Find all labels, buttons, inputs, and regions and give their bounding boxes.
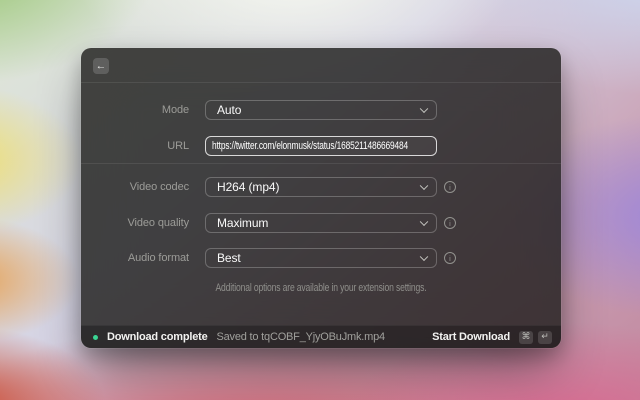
status-dot bbox=[93, 335, 98, 340]
audio-format-row: Audio format Best i bbox=[81, 248, 561, 268]
video-codec-row: Video codec H264 (mp4) i bbox=[81, 177, 561, 197]
url-label: URL bbox=[97, 136, 189, 156]
mode-label: Mode bbox=[97, 100, 189, 120]
window-header: ← bbox=[81, 48, 561, 83]
video-codec-select[interactable]: H264 (mp4) bbox=[205, 177, 437, 197]
video-quality-value: Maximum bbox=[217, 216, 268, 230]
status-detail: Saved to tqCOBF_YjyOBuJmk.mp4 bbox=[217, 331, 385, 343]
video-quality-label: Video quality bbox=[97, 213, 189, 233]
info-icon[interactable]: i bbox=[444, 217, 456, 229]
status-title: Download complete bbox=[107, 331, 208, 343]
section-divider bbox=[81, 163, 561, 164]
desktop-background: ← Mode Auto URL https://twitter.com/elon… bbox=[0, 0, 640, 400]
mode-value: Auto bbox=[217, 103, 241, 117]
video-codec-value: H264 (mp4) bbox=[217, 180, 279, 194]
url-input[interactable]: https://twitter.com/elonmusk/status/1685… bbox=[205, 136, 437, 156]
mode-row: Mode Auto bbox=[81, 100, 561, 120]
chevron-down-icon bbox=[420, 253, 428, 261]
video-quality-select[interactable]: Maximum bbox=[205, 213, 437, 233]
status-bar: Download complete Saved to tqCOBF_YjyOBu… bbox=[81, 325, 561, 348]
return-key-icon: ↵ bbox=[538, 331, 552, 344]
back-arrow-icon: ← bbox=[96, 60, 107, 72]
video-codec-label: Video codec bbox=[97, 177, 189, 197]
chevron-down-icon bbox=[420, 105, 428, 113]
video-downloader-window: ← Mode Auto URL https://twitter.com/elon… bbox=[81, 48, 561, 348]
audio-format-label: Audio format bbox=[97, 248, 189, 268]
chevron-down-icon bbox=[420, 182, 428, 190]
url-value: https://twitter.com/elonmusk/status/1685… bbox=[212, 140, 408, 152]
info-icon[interactable]: i bbox=[444, 181, 456, 193]
info-icon[interactable]: i bbox=[444, 252, 456, 264]
audio-format-value: Best bbox=[217, 251, 241, 265]
url-row: URL https://twitter.com/elonmusk/status/… bbox=[81, 136, 561, 156]
start-download-button[interactable]: Start Download bbox=[432, 331, 510, 343]
command-key-icon: ⌘ bbox=[519, 331, 533, 344]
mode-select[interactable]: Auto bbox=[205, 100, 437, 120]
video-quality-row: Video quality Maximum i bbox=[81, 213, 561, 233]
back-button[interactable]: ← bbox=[93, 58, 109, 74]
chevron-down-icon bbox=[420, 218, 428, 226]
extension-settings-note: Additional options are available in your… bbox=[134, 281, 508, 295]
audio-format-select[interactable]: Best bbox=[205, 248, 437, 268]
